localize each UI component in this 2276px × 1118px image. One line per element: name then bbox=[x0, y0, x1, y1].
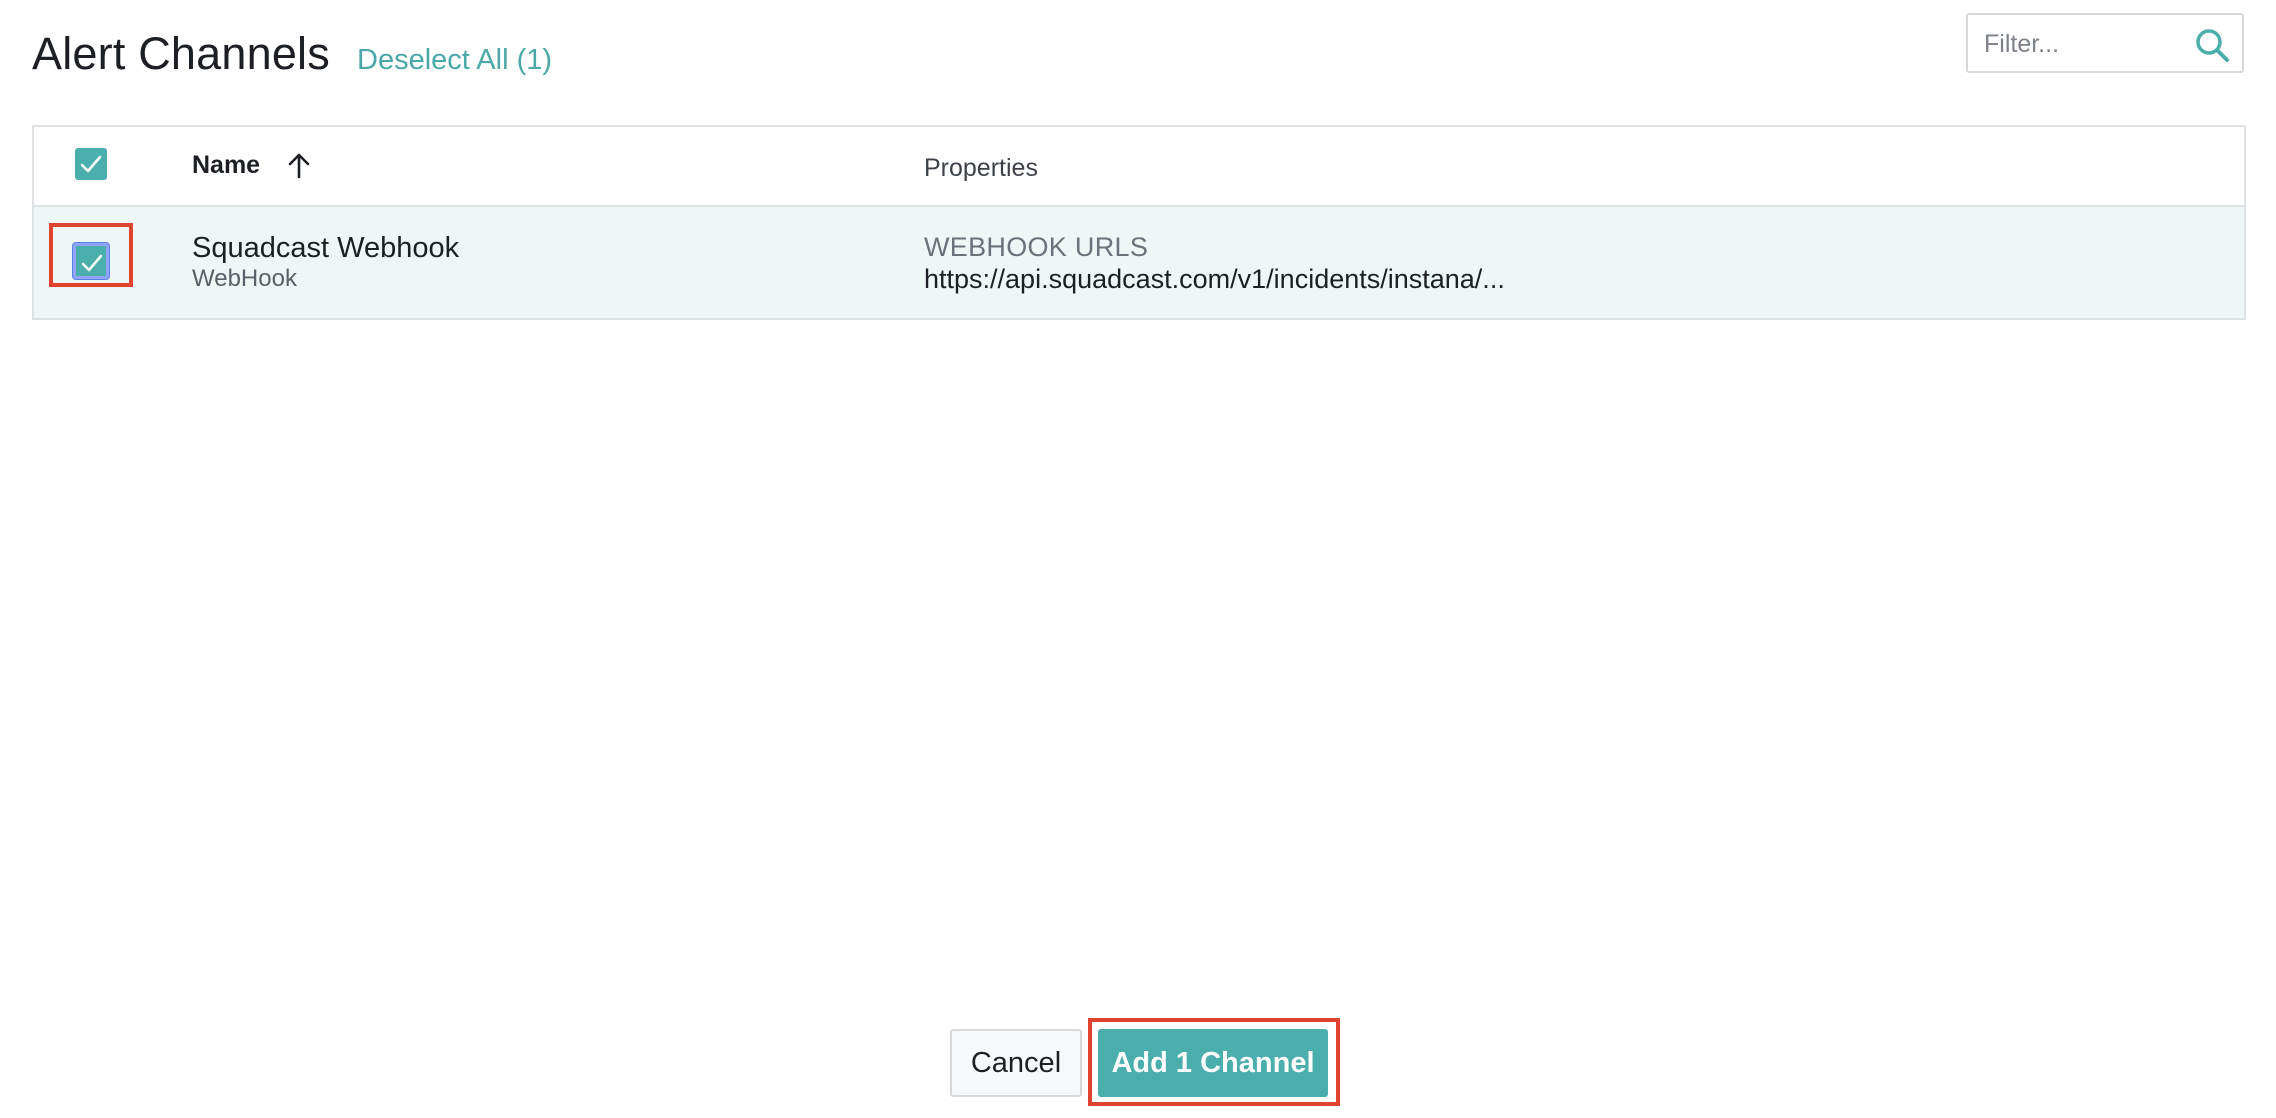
channel-type: WebHook bbox=[192, 265, 297, 292]
search-icon[interactable] bbox=[2192, 25, 2232, 65]
column-header-name[interactable]: Name bbox=[192, 147, 260, 183]
check-icon bbox=[81, 254, 103, 272]
table-row[interactable]: Squadcast Webhook WebHook WEBHOOK URLS h… bbox=[34, 207, 2244, 318]
filter-box[interactable] bbox=[1966, 13, 2244, 73]
channel-name: Squadcast Webhook bbox=[192, 232, 460, 264]
column-header-properties: Properties bbox=[924, 154, 1038, 182]
add-channel-button[interactable]: Add 1 Channel bbox=[1098, 1029, 1328, 1097]
table-header: Name Properties bbox=[34, 127, 2244, 207]
alert-channels-table: Name Properties Squadcast Webhook WebHoo… bbox=[32, 125, 2246, 320]
filter-input[interactable] bbox=[1982, 23, 2186, 65]
property-value: https://api.squadcast.com/v1/incidents/i… bbox=[924, 264, 1505, 294]
check-icon bbox=[80, 155, 102, 173]
cancel-button[interactable]: Cancel bbox=[950, 1029, 1082, 1097]
select-all-checkbox[interactable] bbox=[75, 148, 107, 180]
arrow-up-icon[interactable] bbox=[284, 150, 314, 180]
row-checkbox[interactable] bbox=[73, 243, 109, 279]
deselect-all-link[interactable]: Deselect All (1) bbox=[357, 40, 552, 80]
page-title: Alert Channels bbox=[32, 28, 330, 79]
alert-channels-dialog: Alert Channels Deselect All (1) Name Pro… bbox=[0, 0, 2276, 1118]
property-label: WEBHOOK URLS bbox=[924, 232, 1149, 262]
